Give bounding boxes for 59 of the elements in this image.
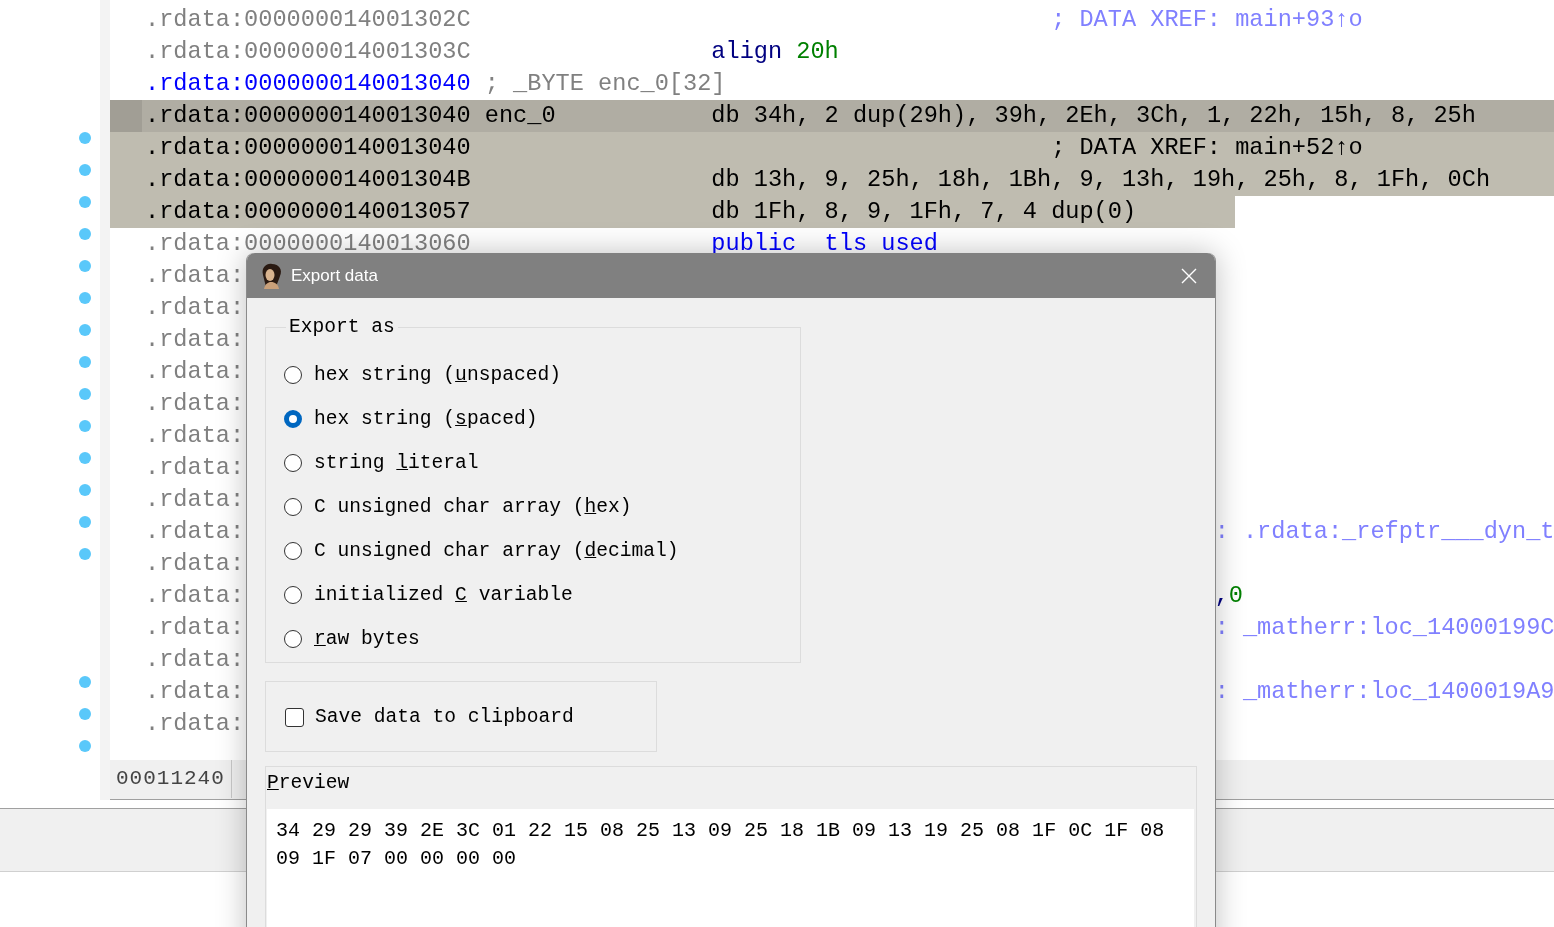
address: .rdata: xyxy=(145,325,245,355)
address: .rdata: xyxy=(145,357,245,387)
option-label[interactable]: raw bytes xyxy=(314,628,420,650)
window-title: Export data xyxy=(291,265,379,286)
radio-button[interactable] xyxy=(284,498,302,516)
address: .rdata:0000000140013060 xyxy=(145,229,471,259)
file-offset: 00011240 xyxy=(110,760,232,798)
address: .rdata: xyxy=(145,517,245,547)
option-label[interactable]: C unsigned char array (hex) xyxy=(314,496,632,518)
xref-comment: ; DATA XREF: main+93↑o xyxy=(1051,5,1363,35)
instruction: db 1Fh, 8, 9, 1Fh, 7, 4 dup(0) xyxy=(711,197,1138,227)
hex-preview: 34 29 29 39 2E 3C 01 22 15 08 25 13 09 25 18 1B 09 13 19 25 08 1F 0C 1F 08 09 1F 07 00 00 00 00 xyxy=(276,818,1166,872)
address: .rdata: xyxy=(145,389,245,419)
instruction: db 13h, 9, 25h, 18h, 1Bh, 9, 13h, 19h, 25h, 8, 1Fh, 0Ch xyxy=(711,165,1491,195)
listing-text: : _matherr:loc_1400019A9 xyxy=(1214,677,1554,707)
label-name: enc_0 xyxy=(484,101,557,131)
radio-button[interactable] xyxy=(284,454,302,472)
address: .rdata:0000000140013040 xyxy=(145,69,471,99)
group-title: Export as xyxy=(288,316,396,338)
address: .rdata: xyxy=(145,549,245,579)
close-icon[interactable] xyxy=(1181,267,1197,284)
instruction: public tls used xyxy=(711,229,939,259)
listing-text: ,0 xyxy=(1214,581,1243,611)
address: .rdata: xyxy=(145,453,245,483)
address: .rdata: xyxy=(145,485,245,515)
option-label[interactable]: C unsigned char array (decimal) xyxy=(314,540,679,562)
radio-button[interactable] xyxy=(284,410,302,428)
radio-button[interactable] xyxy=(284,542,302,560)
comment: ; _BYTE enc_0[32] xyxy=(483,69,727,99)
checkbox-label[interactable]: Save data to clipboard xyxy=(315,706,574,728)
address: .rdata:000000014001304B xyxy=(145,165,471,195)
radio-button[interactable] xyxy=(284,630,302,648)
address: .rdata: xyxy=(145,293,245,323)
address: .rdata:000000014001302C xyxy=(145,5,471,35)
group-title: Preview xyxy=(267,771,351,796)
address: .rdata: xyxy=(145,677,245,707)
checkbox[interactable] xyxy=(285,707,304,727)
radio-button[interactable] xyxy=(284,366,302,384)
option-label[interactable]: hex string (spaced) xyxy=(314,408,538,430)
address: .rdata:0000000140013040 xyxy=(145,133,471,163)
address: .rdata: xyxy=(145,613,245,643)
address: .rdata:000000014001303C xyxy=(145,37,471,67)
option-label[interactable]: hex string (unspaced) xyxy=(314,364,561,386)
address: .rdata:0000000140013057 xyxy=(145,197,471,227)
option-label[interactable]: initialized C variable xyxy=(314,584,573,606)
option-label[interactable]: string literal xyxy=(314,452,479,474)
address: .rdata: xyxy=(145,421,245,451)
radio-button[interactable] xyxy=(284,586,302,604)
instruction: db 34h, 2 dup(29h), 39h, 2Eh, 3Ch, 1, 22h, 15h, 8, 25h xyxy=(711,101,1476,131)
address: .rdata: xyxy=(145,261,245,291)
listing-text: : _matherr:loc_14000199C xyxy=(1214,613,1554,643)
listing-text: : .rdata:_refptr___dyn_t xyxy=(1214,517,1554,547)
address: .rdata: xyxy=(145,645,245,675)
address: .rdata:0000000140013040 xyxy=(145,101,471,131)
address: .rdata: xyxy=(145,581,245,611)
instruction: align 20h xyxy=(711,37,840,67)
xref-comment: ; DATA XREF: main+52↑o xyxy=(1051,133,1363,163)
address: .rdata: xyxy=(145,709,245,739)
preview-text-area[interactable]: 34 29 29 39 2E 3C 01 22 15 08 25 13 09 25 18 1B 09 13 19 25 08 1F 0C 1F 08 09 1F 07 00 00 00 00 xyxy=(267,809,1194,927)
